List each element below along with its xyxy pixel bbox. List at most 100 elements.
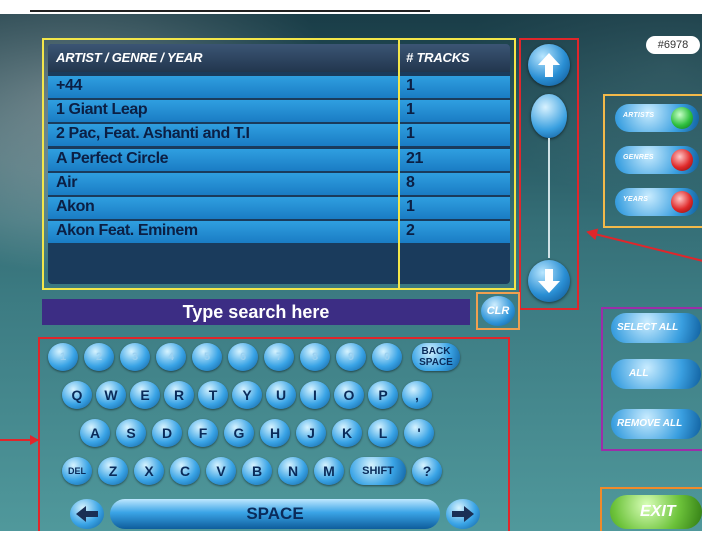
- key-8[interactable]: 8: [300, 343, 330, 371]
- backspace-label-1: BACK: [421, 346, 451, 357]
- artist-name: Akon: [56, 197, 95, 215]
- key-comma[interactable]: ,: [402, 381, 432, 409]
- key-6[interactable]: 6: [228, 343, 258, 371]
- track-count: 1: [406, 125, 415, 143]
- key-v[interactable]: V: [206, 457, 236, 485]
- artist-name: Akon Feat. Eminem: [56, 222, 198, 240]
- search-field[interactable]: Type search here: [42, 299, 470, 325]
- list-row[interactable]: A Perfect Circle 21: [48, 148, 510, 171]
- track-count: 8: [406, 173, 415, 191]
- key-question[interactable]: ?: [412, 457, 442, 485]
- arrow-up-icon: [538, 53, 560, 77]
- key-x[interactable]: X: [134, 457, 164, 485]
- onscreen-keyboard: 1 2 3 4 5 6 7 8 9 0 BACK SPACE Q W E R T…: [38, 337, 510, 531]
- key-n[interactable]: N: [278, 457, 308, 485]
- scroll-thumb[interactable]: [531, 94, 567, 138]
- key-a[interactable]: A: [80, 419, 110, 447]
- header-artist: ARTIST / GENRE / YEAR: [56, 50, 203, 65]
- key-1[interactable]: 1: [48, 343, 78, 371]
- arrow-down-icon: [538, 269, 560, 293]
- key-b[interactable]: B: [242, 457, 272, 485]
- list-row[interactable]: 2 Pac, Feat. Ashanti and T.I 1: [48, 124, 510, 147]
- years-indicator-icon: [671, 191, 693, 213]
- key-3[interactable]: 3: [120, 343, 150, 371]
- artists-indicator-icon: [671, 107, 693, 129]
- exit-panel: EXIT: [600, 487, 702, 531]
- arrow-right-icon: [452, 506, 474, 522]
- key-t[interactable]: T: [198, 381, 228, 409]
- key-s[interactable]: S: [116, 419, 146, 447]
- key-y[interactable]: Y: [232, 381, 262, 409]
- column-divider: [398, 40, 400, 288]
- key-p[interactable]: P: [368, 381, 398, 409]
- key-m[interactable]: M: [314, 457, 344, 485]
- remove-all-button[interactable]: REMOVE ALL: [611, 409, 701, 439]
- scroll-down-button[interactable]: [528, 260, 570, 302]
- genres-filter-button[interactable]: GENRES: [615, 146, 699, 174]
- key-f[interactable]: F: [188, 419, 218, 447]
- key-l[interactable]: L: [368, 419, 398, 447]
- key-r[interactable]: R: [164, 381, 194, 409]
- years-filter-button[interactable]: YEARS: [615, 188, 699, 216]
- list-rows: +44 1 1 Giant Leap 1 2 Pac, Feat. Ashanti …: [48, 76, 510, 245]
- backspace-key[interactable]: BACK SPACE: [412, 343, 460, 371]
- key-e[interactable]: E: [130, 381, 160, 409]
- show-all-button[interactable]: ALL: [611, 359, 701, 389]
- artists-label: ARTISTS: [623, 112, 655, 119]
- key-5[interactable]: 5: [192, 343, 222, 371]
- artist-list: ARTIST / GENRE / YEAR # TRACKS +44 1 1 Gi…: [48, 40, 510, 288]
- backspace-label-2: SPACE: [419, 357, 453, 368]
- artist-name: A Perfect Circle: [56, 149, 169, 167]
- top-divider: [30, 10, 430, 12]
- track-count: 1: [406, 197, 415, 215]
- track-count: 21: [406, 149, 423, 167]
- key-9[interactable]: 9: [336, 343, 366, 371]
- key-apostrophe[interactable]: ': [404, 419, 434, 447]
- clear-button[interactable]: CLR: [481, 296, 515, 326]
- scroll-track[interactable]: [548, 138, 550, 258]
- shift-key[interactable]: SHIFT: [350, 457, 406, 485]
- delete-key[interactable]: DEL: [62, 457, 92, 485]
- artist-list-panel: ARTIST / GENRE / YEAR # TRACKS +44 1 1 Gi…: [42, 38, 516, 290]
- cursor-right-key[interactable]: [446, 499, 480, 529]
- key-o[interactable]: O: [334, 381, 364, 409]
- track-count: 1: [406, 77, 415, 94]
- key-w[interactable]: W: [96, 381, 126, 409]
- list-row[interactable]: 1 Giant Leap 1: [48, 100, 510, 123]
- key-z[interactable]: Z: [98, 457, 128, 485]
- key-h[interactable]: H: [260, 419, 290, 447]
- track-count: 2: [406, 222, 415, 240]
- header-tracks: # TRACKS: [406, 50, 470, 65]
- key-q[interactable]: Q: [62, 381, 92, 409]
- clear-box: CLR: [476, 292, 520, 330]
- key-c[interactable]: C: [170, 457, 200, 485]
- list-row[interactable]: +44 1: [48, 76, 510, 98]
- key-2[interactable]: 2: [84, 343, 114, 371]
- song-counter: #6978: [646, 36, 700, 54]
- scroll-up-button[interactable]: [528, 44, 570, 86]
- artist-name: Air: [56, 173, 78, 191]
- track-count: 1: [406, 101, 415, 119]
- select-all-button[interactable]: SELECT ALL: [611, 313, 701, 343]
- cursor-left-key[interactable]: [70, 499, 104, 529]
- artist-name: +44: [56, 77, 82, 94]
- space-key[interactable]: SPACE: [110, 499, 440, 529]
- key-4[interactable]: 4: [156, 343, 186, 371]
- filter-panel: ARTISTS GENRES YEARS: [603, 94, 702, 228]
- key-k[interactable]: K: [332, 419, 362, 447]
- key-7[interactable]: 7: [264, 343, 294, 371]
- genres-indicator-icon: [671, 149, 693, 171]
- artists-filter-button[interactable]: ARTISTS: [615, 104, 699, 132]
- list-row[interactable]: Akon 1: [48, 196, 510, 219]
- key-d[interactable]: D: [152, 419, 182, 447]
- selection-panel: SELECT ALL ALL REMOVE ALL: [601, 307, 702, 451]
- list-row[interactable]: Akon Feat. Eminem 2: [48, 221, 510, 244]
- exit-button[interactable]: EXIT: [610, 495, 702, 529]
- artist-name: 2 Pac, Feat. Ashanti and T.I: [56, 125, 250, 143]
- key-g[interactable]: G: [224, 419, 254, 447]
- key-j[interactable]: J: [296, 419, 326, 447]
- key-i[interactable]: I: [300, 381, 330, 409]
- key-u[interactable]: U: [266, 381, 296, 409]
- key-0[interactable]: 0: [372, 343, 402, 371]
- list-row[interactable]: Air 8: [48, 172, 510, 195]
